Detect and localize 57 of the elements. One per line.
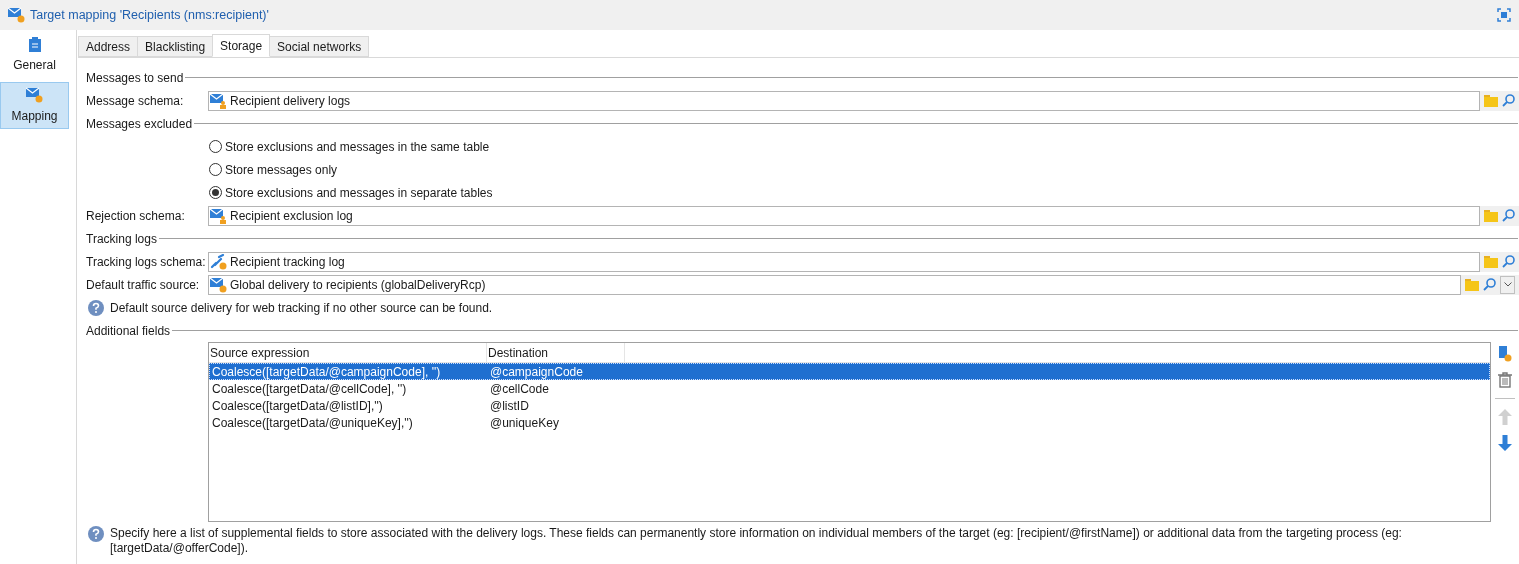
link-icon — [210, 253, 228, 270]
table-cell-text: @uniqueKey — [489, 414, 559, 432]
radio-option[interactable]: Store messages only — [209, 160, 338, 179]
window-title: Target mapping 'Recipients (nms:recipient)' — [30, 6, 269, 24]
help-text: Specify here a list of supplemental fields to store associated with the delivery logs. These fields can permanently store information on individual members of the target (eg: [recipient/@firstName]) or additional data from the targeting process (eg: [targetData/@offerCode]). — [110, 526, 1403, 556]
search-icon[interactable] — [1483, 278, 1496, 291]
schema-field[interactable]: Recipient exclusion log — [208, 205, 1480, 226]
dropdown-button[interactable] — [1500, 275, 1515, 294]
mail-icon — [210, 92, 228, 109]
column-header[interactable]: Destination — [487, 343, 625, 362]
schema-field[interactable]: Recipient delivery logs — [208, 90, 1480, 111]
mail-icon — [8, 7, 26, 23]
table-row[interactable]: Coalesce([targetData/@listID],'') @listID — [209, 397, 1490, 414]
mail-icon — [210, 207, 228, 224]
field-label: Message schema: — [86, 92, 185, 110]
schema-field[interactable]: Recipient tracking log — [208, 251, 1480, 272]
table-row[interactable]: Coalesce([targetData/@cellCode], '') @cellCode — [209, 380, 1490, 397]
mail-icon — [210, 276, 228, 293]
section-heading: Messages to send — [86, 69, 184, 87]
tab[interactable]: Address — [78, 36, 139, 57]
chevron-down-icon — [1503, 282, 1512, 287]
search-icon[interactable] — [1502, 255, 1515, 268]
column-header[interactable]: Source expression — [209, 343, 487, 362]
table-cell-text: Coalesce([targetData/@listID],'') — [211, 397, 384, 415]
tab[interactable]: Social networks — [269, 36, 370, 57]
table-row[interactable]: Coalesce([targetData/@uniqueKey],'') @uniqueKey — [209, 414, 1490, 431]
radio-option[interactable]: Store exclusions and messages in the same table — [209, 137, 490, 156]
table-cell-text: Coalesce([targetData/@uniqueKey],'') — [211, 414, 414, 432]
table-cell-text: @listID — [489, 397, 529, 415]
sidebar-item[interactable]: Mapping — [0, 82, 69, 129]
tab[interactable]: Storage — [212, 34, 271, 57]
schema-field[interactable]: Global delivery to recipients (globalDeliveryRcp) — [208, 274, 1461, 295]
section-heading: Messages excluded — [86, 115, 193, 133]
table-cell-text: Coalesce([targetData/@campaignCode], '') — [211, 363, 442, 381]
table-cell-text: @cellCode — [489, 380, 549, 398]
field-label: Default traffic source: — [86, 276, 201, 294]
radio-option[interactable]: Store exclusions and messages in separate tables — [209, 183, 493, 202]
section-heading: Tracking logs — [86, 230, 157, 248]
arrow-down-icon[interactable] — [1498, 435, 1512, 451]
trash-icon[interactable] — [1498, 372, 1512, 388]
section-heading: Additional fields — [86, 322, 171, 340]
tab[interactable]: Blacklisting — [137, 36, 214, 57]
maximize-icon[interactable] — [1497, 8, 1511, 22]
field-label: Tracking logs schema: — [86, 253, 207, 271]
table-cell-text: Coalesce([targetData/@cellCode], '') — [211, 380, 408, 398]
add-field-icon[interactable] — [1498, 346, 1512, 362]
field-label: Rejection schema: — [86, 207, 186, 225]
help-icon — [88, 299, 104, 316]
search-icon[interactable] — [1502, 94, 1515, 107]
mail-icon — [25, 86, 44, 103]
clipboard-icon — [28, 36, 41, 52]
hint-text: Default source delivery for web tracking if no other source can be found. — [110, 299, 493, 317]
help-icon — [88, 526, 104, 542]
table-row[interactable]: Coalesce([targetData/@campaignCode], '') @campaignCode — [209, 363, 1490, 380]
sidebar-item[interactable]: General — [0, 35, 69, 75]
table-cell-text: @campaignCode — [489, 363, 583, 381]
search-icon[interactable] — [1502, 209, 1515, 222]
